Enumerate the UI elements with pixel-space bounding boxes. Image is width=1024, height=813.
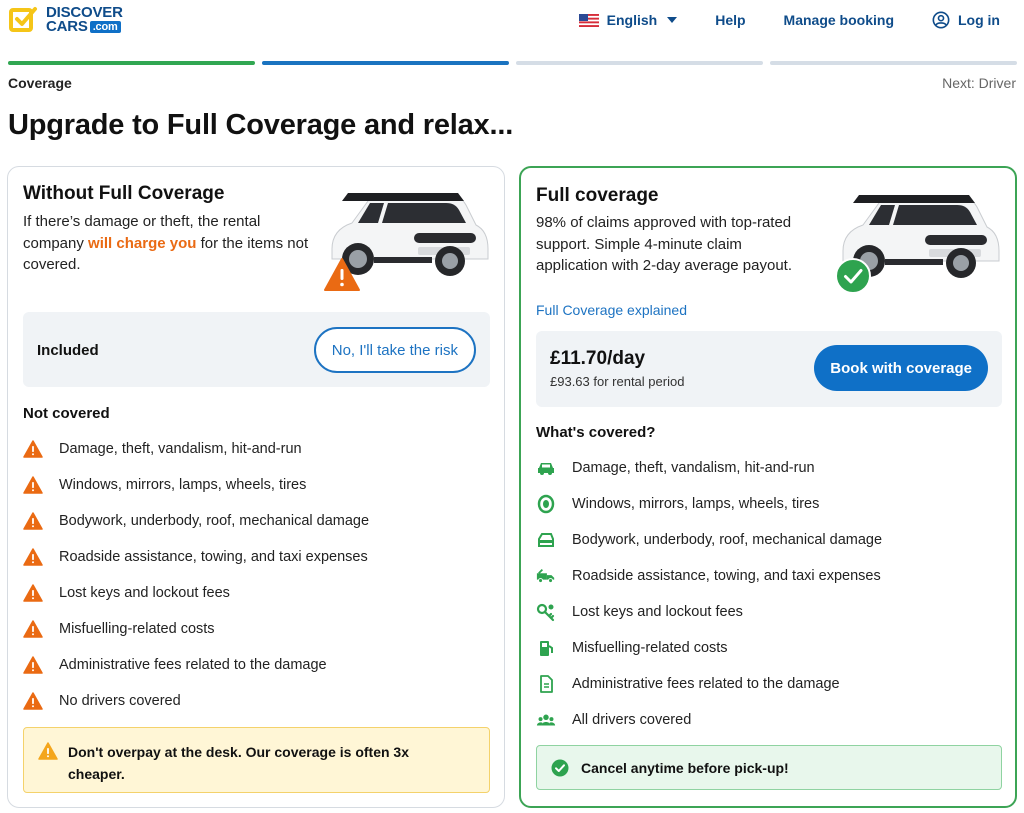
not-covered-item: Damage, theft, vandalism, hit-and-run <box>23 431 483 467</box>
covered-item: Damage, theft, vandalism, hit-and-run <box>536 450 996 486</box>
car-body-icon <box>536 530 556 550</box>
covered-item: Roadside assistance, towing, and taxi ex… <box>536 558 996 594</box>
warning-triangle-icon <box>23 475 43 495</box>
desc-highlight: will charge you <box>88 234 197 252</box>
next-step-label: Next: Driver <box>942 75 1016 91</box>
rental-period-price: £93.63 for rental period <box>550 374 685 389</box>
current-step-label: Coverage <box>8 75 72 91</box>
covered-item: Windows, mirrors, lamps, wheels, tires <box>536 486 996 522</box>
included-option-box: Included No, I'll take the risk <box>23 312 490 387</box>
group-icon <box>536 710 556 730</box>
language-selector[interactable]: English <box>578 10 678 30</box>
logo-line2: CARS <box>46 18 88 35</box>
manage-booking-link[interactable]: Manage booking <box>784 10 894 30</box>
item-label: Lost keys and lockout fees <box>59 585 230 601</box>
whats-covered-title: What's covered? <box>536 424 656 441</box>
item-label: Bodywork, underbody, roof, mechanical da… <box>572 532 883 548</box>
covered-item: Misfuelling-related costs <box>536 630 996 666</box>
item-label: Damage, theft, vandalism, hit-and-run <box>59 441 302 457</box>
card-title: Full coverage <box>536 185 659 206</box>
not-covered-item: No drivers covered <box>23 683 483 719</box>
warning-triangle-icon <box>23 655 43 675</box>
item-label: All drivers covered <box>572 712 692 728</box>
covered-item: All drivers covered <box>536 702 996 738</box>
card-description: 98% of claims approved with top-rated su… <box>536 214 792 274</box>
coverage-price-box: £11.70/day £93.63 for rental period Book… <box>536 331 1002 407</box>
cancel-note: Cancel anytime before pick-up! <box>536 745 1002 790</box>
item-label: Misfuelling-related costs <box>572 640 728 656</box>
check-badge-icon <box>835 258 871 294</box>
item-label: Windows, mirrors, lamps, wheels, tires <box>59 477 307 493</box>
covered-list: Damage, theft, vandalism, hit-and-run Win… <box>536 450 996 738</box>
warning-triangle-icon <box>23 511 43 531</box>
logo-suffix: .com <box>89 21 121 33</box>
item-label: Lost keys and lockout fees <box>572 604 743 620</box>
cancel-note-text: Cancel anytime before pick-up! <box>581 759 789 776</box>
item-label: Administrative fees related to the damag… <box>572 676 840 692</box>
covered-item: Lost keys and lockout fees <box>536 594 996 630</box>
not-covered-item: Roadside assistance, towing, and taxi ex… <box>23 539 483 575</box>
item-label: Administrative fees related to the damag… <box>59 657 327 673</box>
top-nav: English Help Manage booking Log in <box>541 10 1000 30</box>
item-label: Bodywork, underbody, roof, mechanical da… <box>59 513 370 529</box>
not-covered-item: Windows, mirrors, lamps, wheels, tires <box>23 467 483 503</box>
not-covered-item: Administrative fees related to the damag… <box>23 647 483 683</box>
key-icon <box>536 602 556 622</box>
item-label: Roadside assistance, towing, and taxi ex… <box>572 568 881 584</box>
overpay-note-text: Don't overpay at the desk. Our coverage … <box>68 744 409 782</box>
language-label: English <box>606 12 658 28</box>
tow-truck-icon <box>536 566 556 586</box>
warning-icon <box>38 742 58 760</box>
tire-icon <box>536 494 556 514</box>
user-circle-icon <box>932 11 950 29</box>
progress-step-2 <box>262 61 509 65</box>
not-covered-item: Bodywork, underbody, roof, mechanical da… <box>23 503 483 539</box>
not-covered-list: Damage, theft, vandalism, hit-and-run Win… <box>23 431 483 719</box>
car-icon <box>536 458 556 478</box>
coverage-explained-link[interactable]: Full Coverage explained <box>536 302 687 318</box>
progress-bar <box>8 61 1017 65</box>
warning-triangle-icon <box>23 691 43 711</box>
document-icon <box>536 674 556 694</box>
item-label: Windows, mirrors, lamps, wheels, tires <box>572 496 820 512</box>
item-label: Misfuelling-related costs <box>59 621 215 637</box>
covered-item: Administrative fees related to the damag… <box>536 666 996 702</box>
overpay-note: Don't overpay at the desk. Our coverage … <box>23 727 490 793</box>
not-covered-item: Misfuelling-related costs <box>23 611 483 647</box>
item-label: Damage, theft, vandalism, hit-and-run <box>572 460 815 476</box>
warning-triangle-icon <box>23 439 43 459</box>
progress-step-4 <box>770 61 1017 65</box>
book-with-coverage-button[interactable]: Book with coverage <box>814 345 988 391</box>
discover-cars-logo[interactable]: DISCOVER CARS .com <box>8 5 123 35</box>
warning-triangle-icon <box>23 547 43 567</box>
logo-check-icon <box>9 7 37 32</box>
warning-triangle-icon <box>23 583 43 603</box>
item-label: Roadside assistance, towing, and taxi ex… <box>59 549 368 565</box>
included-label: Included <box>37 342 99 359</box>
progress-step-1 <box>8 61 255 65</box>
fuel-pump-icon <box>536 638 556 658</box>
chevron-down-icon <box>667 17 678 23</box>
not-covered-item: Lost keys and lockout fees <box>23 575 483 611</box>
login-link[interactable]: Log in <box>932 10 1000 30</box>
not-covered-title: Not covered <box>23 405 110 422</box>
covered-item: Bodywork, underbody, roof, mechanical da… <box>536 522 996 558</box>
progress-step-3 <box>516 61 763 65</box>
decline-coverage-button[interactable]: No, I'll take the risk <box>313 327 476 373</box>
without-coverage-card: Without Full Coverage If there’s damage … <box>7 166 505 808</box>
daily-price: £11.70/day <box>550 348 646 369</box>
help-link[interactable]: Help <box>715 10 745 30</box>
page-title: Upgrade to Full Coverage and relax... <box>8 109 514 141</box>
warning-triangle-icon <box>23 619 43 639</box>
check-circle-icon <box>551 759 569 776</box>
us-flag-icon <box>578 13 599 27</box>
card-title: Without Full Coverage <box>23 183 225 204</box>
full-coverage-card: Full coverage 98% of claims approved wit… <box>519 166 1017 808</box>
card-description: If there’s damage or theft, the rental c… <box>23 211 313 276</box>
top-header: DISCOVER CARS .com English Help Manage bo… <box>0 0 1024 44</box>
warning-badge-icon <box>324 258 360 291</box>
login-label: Log in <box>958 12 1000 28</box>
item-label: No drivers covered <box>59 693 181 709</box>
